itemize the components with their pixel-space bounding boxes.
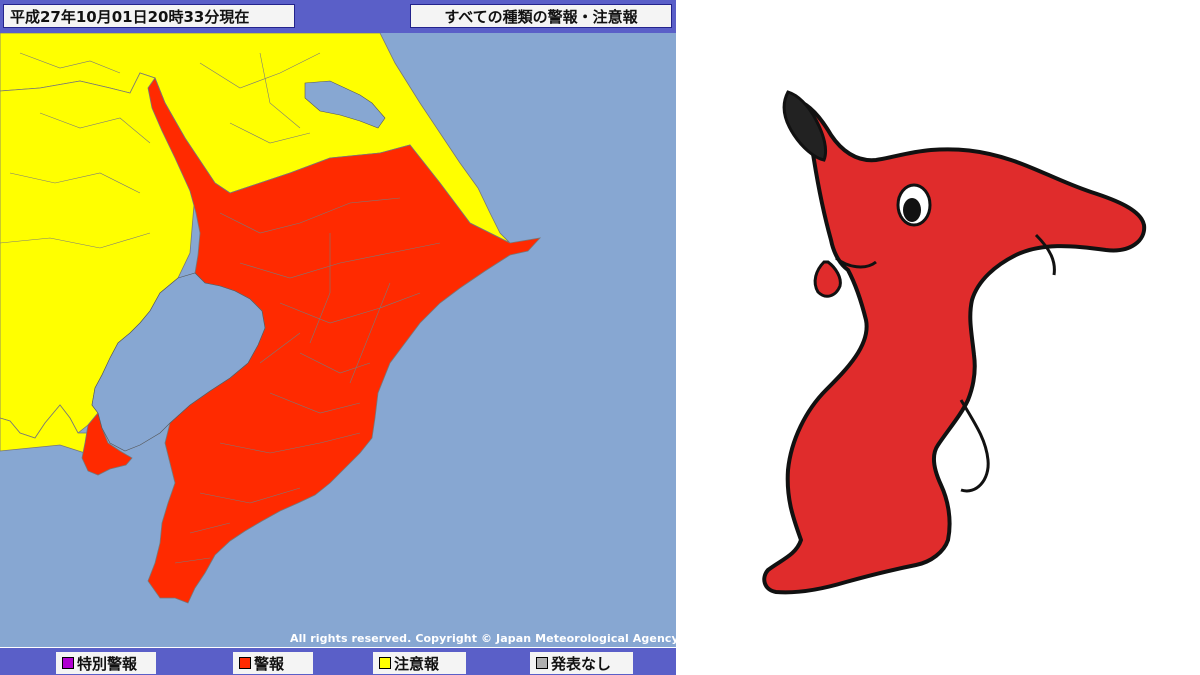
map-legend: 特別警報 警報 注意報 発表なし — [0, 648, 676, 675]
map-title[interactable]: すべての種類の警報・注意報 — [410, 4, 672, 28]
map-timestamp: 平成27年10月01日20時33分現在 — [3, 4, 295, 28]
legend-item-none: 発表なし — [530, 652, 633, 674]
map-copyright: All rights reserved. Copyright © Japan M… — [290, 632, 676, 645]
legend-swatch-advisory — [379, 657, 391, 669]
warning-map-panel: 平成27年10月01日20時33分現在 すべての種類の警報・注意報 All ri… — [0, 0, 676, 675]
legend-swatch-special-warning — [62, 657, 74, 669]
legend-label: 特別警報 — [77, 654, 138, 673]
legend-item-special-warning: 特別警報 — [56, 652, 156, 674]
mascot-panel — [676, 0, 1200, 675]
mascot-body — [762, 98, 1147, 595]
mascot-illustration — [762, 90, 1147, 595]
map-header: 平成27年10月01日20時33分現在 すべての種類の警報・注意報 — [0, 0, 676, 33]
legend-label: 注意報 — [394, 654, 440, 673]
mascot-pupil — [903, 198, 921, 222]
mascot-tongue — [813, 260, 842, 298]
mascot-arm — [959, 399, 990, 493]
legend-item-warning: 警報 — [233, 652, 313, 674]
legend-swatch-none — [536, 657, 548, 669]
mascot-ear-tip — [782, 90, 828, 162]
legend-label: 発表なし — [551, 654, 612, 673]
legend-item-advisory: 注意報 — [373, 652, 466, 674]
legend-label: 警報 — [254, 654, 285, 673]
legend-swatch-warning — [239, 657, 251, 669]
warning-map[interactable] — [0, 33, 676, 647]
